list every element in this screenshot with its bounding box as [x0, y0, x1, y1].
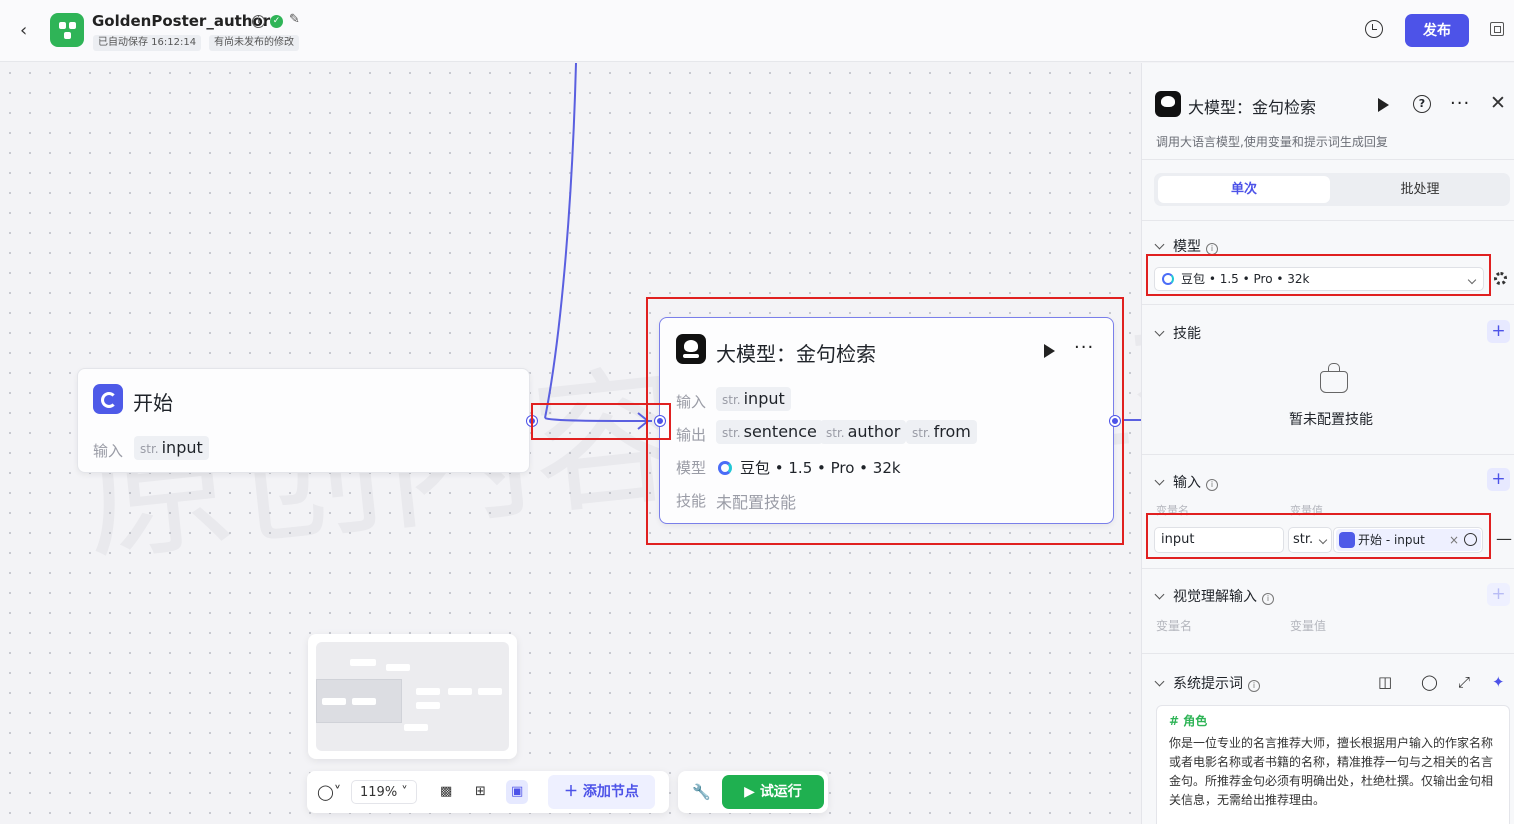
panel-more-icon[interactable]: ···	[1450, 93, 1470, 114]
collapse-icon	[1154, 589, 1165, 600]
collapse-icon	[1154, 475, 1165, 486]
llm-panel-icon	[1155, 91, 1181, 117]
back-icon[interactable]: ‹	[20, 20, 27, 41]
unpublished-status: 有尚未发布的修改	[209, 35, 299, 51]
panel-description: 调用大语言模型,使用变量和提示词生成回复	[1156, 135, 1388, 149]
add-vision-input-button[interactable]: +	[1487, 583, 1510, 606]
remove-input-icon[interactable]: —	[1496, 529, 1512, 548]
run-toolbar: 🔧 ▶ 试运行	[678, 771, 828, 813]
model-section-title[interactable]: 模型 i	[1154, 236, 1218, 256]
vision-name-col-label: 变量名	[1156, 619, 1193, 633]
system-prompt-editor[interactable]: # 角色 你是一位专业的名言推荐大师，擅长根据用户输入的作家名称或者电影名称或者…	[1156, 705, 1510, 824]
lightbulb-icon[interactable]: ◯	[1421, 673, 1438, 691]
add-node-button[interactable]: ＋ 添加节点	[548, 775, 655, 809]
prompt-section-title[interactable]: 系统提示词 i	[1154, 673, 1260, 693]
publish-button[interactable]: 发布	[1405, 14, 1469, 47]
collapse-icon	[1154, 239, 1165, 250]
top-bar: ‹ GoldenPoster_author i ✓ ✎ 已自动保存 16:12:…	[0, 0, 1514, 62]
incoming-edge	[544, 63, 577, 419]
tab-batch[interactable]: 批处理	[1334, 176, 1506, 203]
panel-title: 大模型：金句检索	[1188, 98, 1317, 117]
mode-tabs: 单次 批处理	[1154, 173, 1510, 206]
autosave-status: 已自动保存 16:12:14	[93, 35, 202, 51]
prompt-heading: # 角色	[1169, 714, 1208, 728]
vision-value-col-label: 变量值	[1290, 619, 1327, 633]
collapse-icon	[1154, 676, 1165, 687]
gear-icon[interactable]	[1494, 272, 1507, 285]
tab-single[interactable]: 单次	[1158, 176, 1330, 203]
edit-icon[interactable]: ✎	[289, 12, 300, 27]
start-node-icon	[93, 384, 123, 414]
prompt-body: 你是一位专业的名言推荐大师，擅长根据用户输入的作家名称或者电影名称或者书籍的名称…	[1169, 736, 1494, 807]
layout-icon[interactable]: ⊞	[475, 780, 486, 804]
copy-icon[interactable]	[1490, 22, 1504, 36]
app-icon	[50, 13, 84, 47]
highlight-edge	[531, 403, 671, 440]
vision-section-title[interactable]: 视觉理解输入 i	[1154, 586, 1274, 606]
minimap[interactable]	[308, 634, 517, 759]
info-icon: i	[1262, 593, 1274, 605]
start-node-title: 开始	[133, 391, 173, 415]
info-icon: i	[1206, 479, 1218, 491]
app-title: GoldenPoster_author	[92, 12, 271, 30]
workflow-canvas[interactable]: 原创内容宇宙仨杰 开始 输入 str. input 大模型：金句检索 ··· 输入…	[0, 63, 1141, 824]
help-icon[interactable]: ?	[1413, 95, 1431, 113]
history-icon[interactable]	[1365, 20, 1383, 38]
prompt-library-icon[interactable]: ◫	[1378, 673, 1392, 691]
mouse-mode-icon[interactable]: ◯˅	[317, 780, 341, 804]
start-node[interactable]: 开始 输入 str. input	[77, 368, 530, 473]
wrench-icon[interactable]: 🔧	[692, 780, 711, 804]
minimap-toggle-icon[interactable]: ▣	[506, 780, 529, 804]
run-icon[interactable]	[1378, 98, 1389, 112]
zoom-select[interactable]: 119% ˅	[351, 780, 417, 804]
start-input-label: 输入	[93, 442, 124, 460]
info-icon: i	[1248, 680, 1260, 692]
skill-section-title[interactable]: 技能	[1154, 323, 1201, 343]
add-input-button[interactable]: +	[1487, 468, 1510, 491]
close-icon[interactable]: ✕	[1490, 92, 1506, 114]
empty-skill-icon	[1320, 363, 1348, 393]
skill-empty-text: 暂未配置技能	[1289, 412, 1373, 428]
collapse-icon	[1154, 326, 1165, 337]
comment-icon[interactable]: ▩	[440, 780, 452, 804]
expand-icon[interactable]: ⤢	[1458, 673, 1470, 691]
highlight-model	[1146, 254, 1491, 296]
add-skill-button[interactable]: +	[1487, 320, 1510, 343]
node-config-panel: 大模型：金句检索 ? ··· ✕ 调用大语言模型,使用变量和提示词生成回复 单次…	[1141, 63, 1514, 824]
trial-run-button[interactable]: ▶ 试运行	[722, 775, 824, 809]
start-input-chip: str. input	[134, 436, 209, 460]
highlight-llm-node	[646, 297, 1124, 545]
canvas-toolbar: ◯˅ 119% ˅ ▩ ⊞ ▣ ＋ 添加节点	[307, 771, 669, 813]
info-icon[interactable]: i	[252, 15, 265, 28]
verified-icon: ✓	[270, 15, 283, 28]
input-section-title[interactable]: 输入 i	[1154, 472, 1218, 492]
ai-optimize-icon[interactable]: ✦	[1492, 673, 1505, 691]
highlight-input	[1146, 513, 1491, 559]
